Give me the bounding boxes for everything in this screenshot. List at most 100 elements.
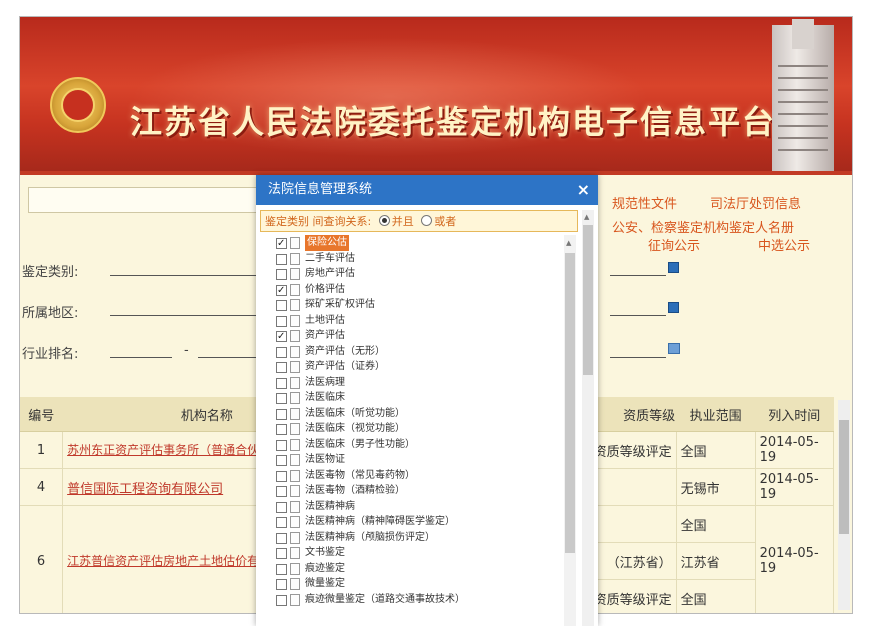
- category-item[interactable]: 资产评估: [260, 328, 560, 345]
- category-checkbox[interactable]: [276, 532, 287, 544]
- category-item[interactable]: 土地评估: [260, 313, 560, 329]
- category-item[interactable]: 法医病理: [260, 375, 560, 391]
- dialog-scrollbar[interactable]: ▲: [582, 210, 594, 626]
- category-item[interactable]: 法医毒物（酒精检验）: [260, 483, 560, 499]
- category-item[interactable]: 法医临床（视觉功能）: [260, 421, 560, 437]
- link-consultation-notice[interactable]: 征询公示: [648, 235, 700, 254]
- category-checkbox[interactable]: [276, 300, 287, 311]
- category-checkbox[interactable]: [276, 236, 287, 252]
- radio-and[interactable]: [378, 215, 390, 226]
- document-icon: [290, 547, 300, 559]
- category-item[interactable]: 探矿采矿权评估: [260, 297, 560, 313]
- category-checkbox[interactable]: [276, 594, 287, 606]
- category-checkbox[interactable]: [276, 455, 287, 466]
- building-illustration: [772, 19, 834, 171]
- category-checkbox[interactable]: [276, 393, 287, 404]
- category-picker-button[interactable]: [668, 262, 679, 273]
- category-checkbox[interactable]: [276, 486, 287, 497]
- page-scrollbar[interactable]: [838, 400, 850, 610]
- category-checkbox[interactable]: [276, 501, 287, 513]
- category-checkbox[interactable]: [276, 346, 287, 358]
- radio-or[interactable]: [421, 215, 433, 226]
- category-field[interactable]: [110, 275, 260, 276]
- category-label: 法医精神病（颅脑损伤评定）: [305, 531, 435, 543]
- category-item[interactable]: 资产评估（无形）: [260, 344, 560, 360]
- document-icon: [290, 562, 300, 575]
- document-icon: [290, 593, 300, 606]
- category-checkbox[interactable]: [276, 362, 287, 373]
- rank-to-field[interactable]: [198, 357, 260, 358]
- document-icon: [290, 469, 300, 482]
- category-item[interactable]: 法医物证: [260, 452, 560, 468]
- category-checkbox[interactable]: [276, 283, 287, 298]
- category-item[interactable]: 二手车评估: [260, 251, 560, 267]
- relation-filter: 鉴定类别 间查询关系: 并且 或者: [260, 210, 578, 232]
- rank-from-field[interactable]: [110, 357, 172, 358]
- document-icon: [290, 407, 300, 420]
- category-checkbox[interactable]: [276, 408, 287, 420]
- category-item[interactable]: 痕迹鉴定: [260, 561, 560, 577]
- category-label: 鉴定类别:: [22, 265, 79, 280]
- rank-label: 行业排名:: [22, 347, 79, 362]
- link-regulations[interactable]: 规范性文件: [612, 193, 677, 212]
- category-label: 资产评估: [305, 330, 345, 341]
- category-checkbox[interactable]: [276, 579, 287, 590]
- category-label: 法医物证: [305, 454, 345, 465]
- category-label: 法医病理: [305, 376, 345, 388]
- category-label: 二手车评估: [305, 252, 355, 264]
- category-item[interactable]: 文书鉴定: [260, 545, 560, 561]
- category-item[interactable]: 法医毒物（常见毒药物）: [260, 468, 560, 484]
- category-label: 保险公估: [305, 235, 349, 251]
- link-selection-notice[interactable]: 中选公示: [758, 235, 810, 254]
- col-header: 执业范围: [676, 397, 756, 432]
- category-item[interactable]: 法医临床: [260, 390, 560, 406]
- category-checkbox[interactable]: [276, 253, 287, 265]
- category-item[interactable]: 保险公估: [260, 235, 560, 252]
- document-icon: [290, 361, 300, 373]
- document-icon: [290, 283, 300, 296]
- document-icon: [290, 376, 300, 389]
- category-item[interactable]: 法医精神病（颅脑损伤评定）: [260, 530, 560, 546]
- calendar-icon[interactable]: [668, 343, 680, 354]
- keyword-search-input[interactable]: [28, 187, 276, 213]
- document-icon: [290, 531, 300, 544]
- category-item[interactable]: 法医精神病（精神障碍医学鉴定）: [260, 514, 560, 530]
- document-icon: [290, 423, 300, 435]
- category-label: 文书鉴定: [305, 547, 345, 558]
- category-item[interactable]: 微量鉴定: [260, 576, 560, 592]
- category-checkbox[interactable]: [276, 517, 287, 528]
- category-item[interactable]: 法医临床（听觉功能）: [260, 406, 560, 422]
- category-item[interactable]: 资产评估（证券）: [260, 359, 560, 375]
- category-checkbox[interactable]: [276, 269, 287, 280]
- category-checkbox[interactable]: [276, 315, 287, 327]
- category-checkbox[interactable]: [276, 470, 287, 482]
- document-icon: [290, 500, 300, 513]
- category-checkbox[interactable]: [276, 548, 287, 559]
- category-checkbox[interactable]: [276, 563, 287, 575]
- category-checkbox[interactable]: [276, 424, 287, 435]
- court-emblem-icon: [50, 77, 106, 133]
- link-penalty-info[interactable]: 司法厅处罚信息: [710, 193, 801, 212]
- document-icon: [290, 516, 300, 528]
- category-checkbox[interactable]: [276, 439, 287, 451]
- tree-scrollbar[interactable]: ▲: [564, 235, 576, 626]
- category-label: 价格评估: [305, 283, 345, 295]
- category-item[interactable]: 法医临床（男子性功能）: [260, 437, 560, 453]
- category-item[interactable]: 价格评估: [260, 282, 560, 298]
- document-icon: [290, 578, 300, 590]
- category-item[interactable]: 房地产评估: [260, 266, 560, 282]
- region-field[interactable]: [110, 315, 260, 316]
- category-item[interactable]: 痕迹微量鉴定（道路交通事故技术）: [260, 592, 560, 608]
- category-checkbox[interactable]: [276, 329, 287, 345]
- category-label: 法医毒物（常见毒药物）: [305, 469, 415, 481]
- category-label: 房地产评估: [305, 268, 355, 279]
- region-picker-button[interactable]: [668, 302, 679, 313]
- institution-link[interactable]: 普信国际工程咨询有限公司: [67, 482, 223, 497]
- col-header: 列入时间: [755, 397, 834, 432]
- document-icon: [290, 252, 300, 265]
- close-icon[interactable]: ×: [577, 175, 590, 205]
- category-item[interactable]: 法医精神病: [260, 499, 560, 515]
- link-roster[interactable]: 公安、检察鉴定机构鉴定人名册: [612, 217, 794, 236]
- document-icon: [290, 237, 300, 249]
- category-checkbox[interactable]: [276, 377, 287, 389]
